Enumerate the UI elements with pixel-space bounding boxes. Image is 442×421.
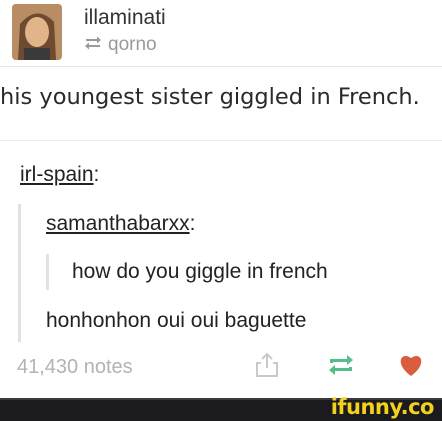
thread-user-1-link[interactable]: irl-spain [20, 163, 94, 186]
like-button[interactable] [396, 352, 426, 382]
heart-icon [398, 353, 424, 382]
reblog-icon [327, 354, 355, 381]
divider [0, 66, 442, 67]
thread-user-2-link[interactable]: samanthabarxx [46, 212, 190, 235]
watermark-logo: ifunny.co [330, 395, 435, 419]
thread-user-2: samanthabarxx: [46, 212, 196, 235]
avatar[interactable] [12, 4, 62, 60]
quote-bar [46, 254, 49, 290]
reblog-button[interactable] [326, 352, 356, 382]
notes-count[interactable]: 41,430 notes [17, 356, 133, 379]
reblog-icon [84, 34, 108, 56]
thread-user-1: irl-spain: [20, 163, 100, 186]
author-username[interactable]: illaminati [84, 6, 166, 30]
quote-bar [18, 204, 21, 342]
post-header: illaminati qorno [12, 4, 432, 64]
share-button[interactable] [252, 352, 282, 382]
thread-reply: honhonhon oui oui baguette [46, 309, 307, 332]
thread-message: how do you giggle in french [72, 260, 328, 283]
reblog-source-username[interactable]: qorno [108, 34, 157, 56]
post-quote: his youngest sister giggled in French. [0, 84, 420, 110]
reblog-source[interactable]: qorno [84, 34, 157, 56]
share-icon [255, 352, 279, 383]
divider [0, 140, 442, 141]
